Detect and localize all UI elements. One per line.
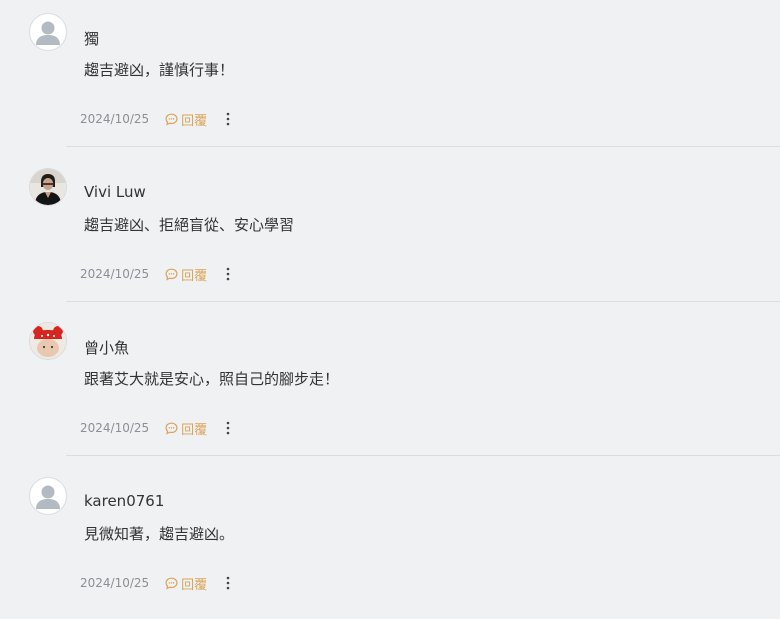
default-avatar-icon[interactable] bbox=[30, 14, 66, 50]
more-options-button[interactable] bbox=[223, 111, 233, 127]
comment-text: 趨吉避凶，謹慎行事！ bbox=[84, 61, 235, 79]
comment-meta: 2024/10/25 回覆 bbox=[80, 419, 233, 438]
reply-label: 回覆 bbox=[181, 577, 208, 593]
vertical-dots-icon bbox=[226, 267, 230, 281]
reply-button[interactable]: 回覆 bbox=[165, 110, 207, 129]
comment-list: 獨 趨吉避凶，謹慎行事！ 2024/10/25 回覆 Vivi Luw 趨吉避凶… bbox=[0, 0, 780, 593]
comment-item: 曾小魚 跟著艾大就是安心，照自己的腳步走！ 2024/10/25 回覆 bbox=[0, 309, 780, 464]
reply-button[interactable]: 回覆 bbox=[165, 574, 207, 593]
comment-date: 2024/10/25 bbox=[80, 267, 150, 281]
more-options-button[interactable] bbox=[223, 575, 233, 591]
profile-photo[interactable] bbox=[30, 169, 66, 205]
comment-date: 2024/10/25 bbox=[80, 576, 150, 590]
more-options-button[interactable] bbox=[223, 266, 233, 282]
comment-item: karen0761 見微知著，趨吉避凶。 2024/10/25 回覆 bbox=[0, 464, 780, 619]
comment-divider bbox=[66, 455, 780, 456]
chat-bubble-icon bbox=[165, 577, 178, 590]
comment-date: 2024/10/25 bbox=[80, 421, 150, 435]
default-avatar-icon[interactable] bbox=[30, 478, 66, 514]
chat-bubble-icon bbox=[165, 422, 178, 435]
comment-text: 見微知著，趨吉避凶。 bbox=[84, 525, 235, 543]
vertical-dots-icon bbox=[226, 112, 230, 126]
chat-bubble-icon bbox=[165, 113, 178, 126]
comment-text: 趨吉避凶、拒絕盲從、安心學習 bbox=[84, 216, 295, 234]
reply-button[interactable]: 回覆 bbox=[165, 419, 207, 438]
comment-text: 跟著艾大就是安心，照自己的腳步走！ bbox=[84, 370, 340, 388]
chat-bubble-icon bbox=[165, 268, 178, 281]
comment-username: 曾小魚 bbox=[84, 339, 130, 357]
comment-date: 2024/10/25 bbox=[80, 112, 150, 126]
comment-item: Vivi Luw 趨吉避凶、拒絕盲從、安心學習 2024/10/25 回覆 bbox=[0, 155, 780, 310]
comment-meta: 2024/10/25 回覆 bbox=[80, 110, 233, 129]
reply-label: 回覆 bbox=[181, 113, 208, 129]
comment-username: 獨 bbox=[84, 30, 100, 48]
comment-item: 獨 趨吉避凶，謹慎行事！ 2024/10/25 回覆 bbox=[0, 0, 780, 155]
vertical-dots-icon bbox=[226, 576, 230, 590]
vertical-dots-icon bbox=[226, 421, 230, 435]
comment-meta: 2024/10/25 回覆 bbox=[80, 265, 233, 284]
comment-meta: 2024/10/25 回覆 bbox=[80, 574, 233, 593]
comment-username: karen0761 bbox=[84, 492, 165, 510]
comment-divider bbox=[66, 301, 780, 302]
reply-button[interactable]: 回覆 bbox=[165, 265, 207, 284]
profile-photo-red-hat[interactable] bbox=[30, 323, 66, 359]
more-options-button[interactable] bbox=[223, 420, 233, 436]
comment-username: Vivi Luw bbox=[84, 183, 146, 201]
reply-label: 回覆 bbox=[181, 422, 208, 438]
reply-label: 回覆 bbox=[181, 268, 208, 284]
comment-divider bbox=[66, 146, 780, 147]
